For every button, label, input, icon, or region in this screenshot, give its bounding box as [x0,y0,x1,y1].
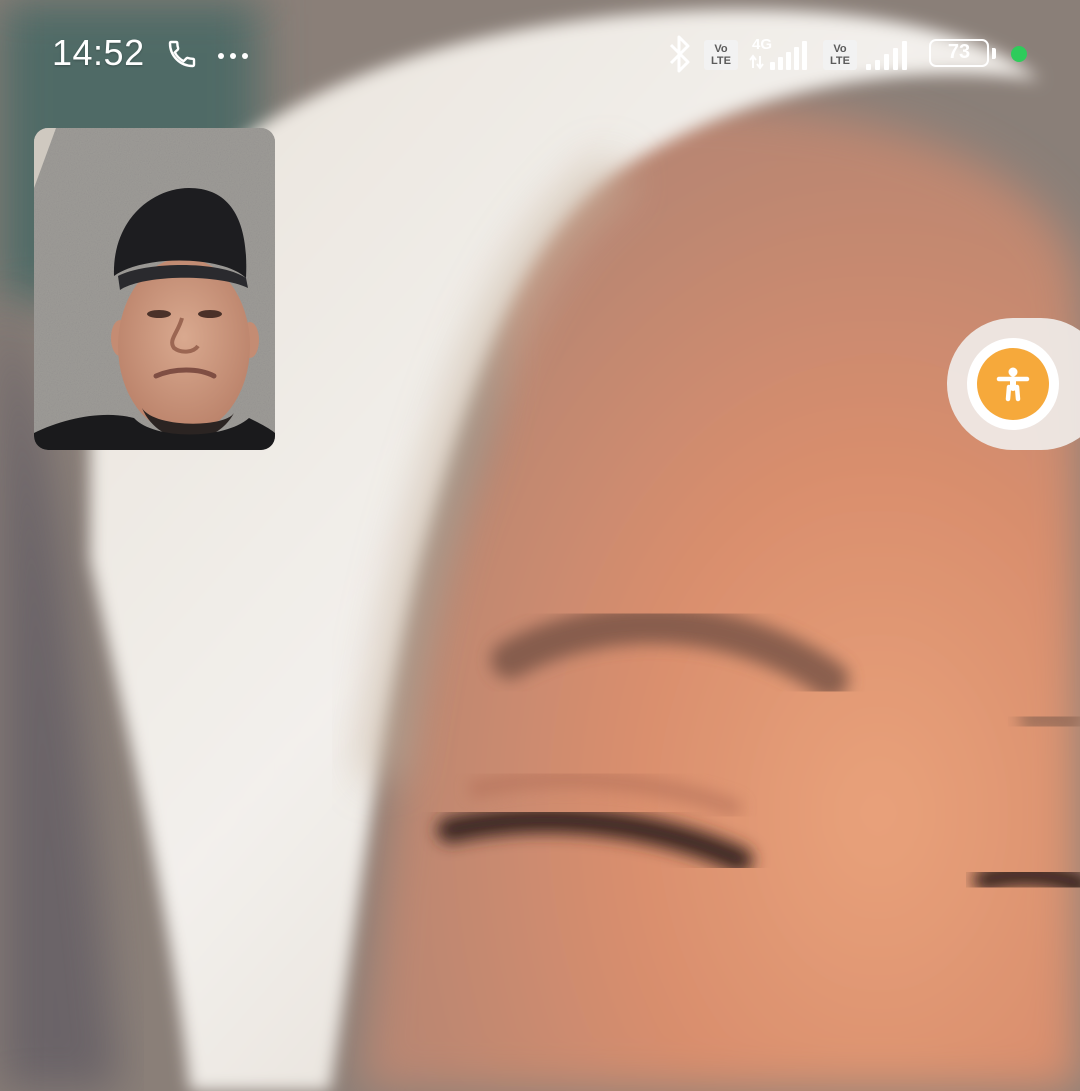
volte-top-label-sim2: Vo [833,43,847,55]
battery-icon: 73 [929,39,989,67]
privacy-indicator-dot [1011,46,1027,62]
volte-icon: Vo LTE [704,40,738,70]
accessibility-person-icon [996,367,1030,402]
accessibility-button[interactable] [967,338,1059,430]
more-dots-icon [216,48,252,66]
clock-time: 14:52 [52,32,145,73]
volte-icon-sim2: Vo LTE [823,40,857,70]
volte-bottom-label-sim2: LTE [830,55,850,67]
video-call-screen: 14:52 Vo LTE 4G Vo LTE 73 [0,0,1080,1091]
accessibility-button-face [977,348,1049,420]
status-bar: 14:52 Vo LTE 4G Vo LTE 73 [0,0,1080,110]
battery-tip [992,48,996,59]
signal-icon-sim2 [866,40,916,75]
self-preview-frame [34,128,275,450]
battery-level: 73 [947,41,971,63]
bluetooth-icon [666,34,694,79]
4g-icon: 4G [752,36,773,53]
volte-bottom-label: LTE [711,55,731,67]
data-arrows-icon [748,54,766,75]
phone-call-icon [166,38,198,75]
volte-top-label: Vo [714,43,728,55]
signal-icon [770,40,814,75]
self-camera-preview[interactable] [34,128,275,450]
